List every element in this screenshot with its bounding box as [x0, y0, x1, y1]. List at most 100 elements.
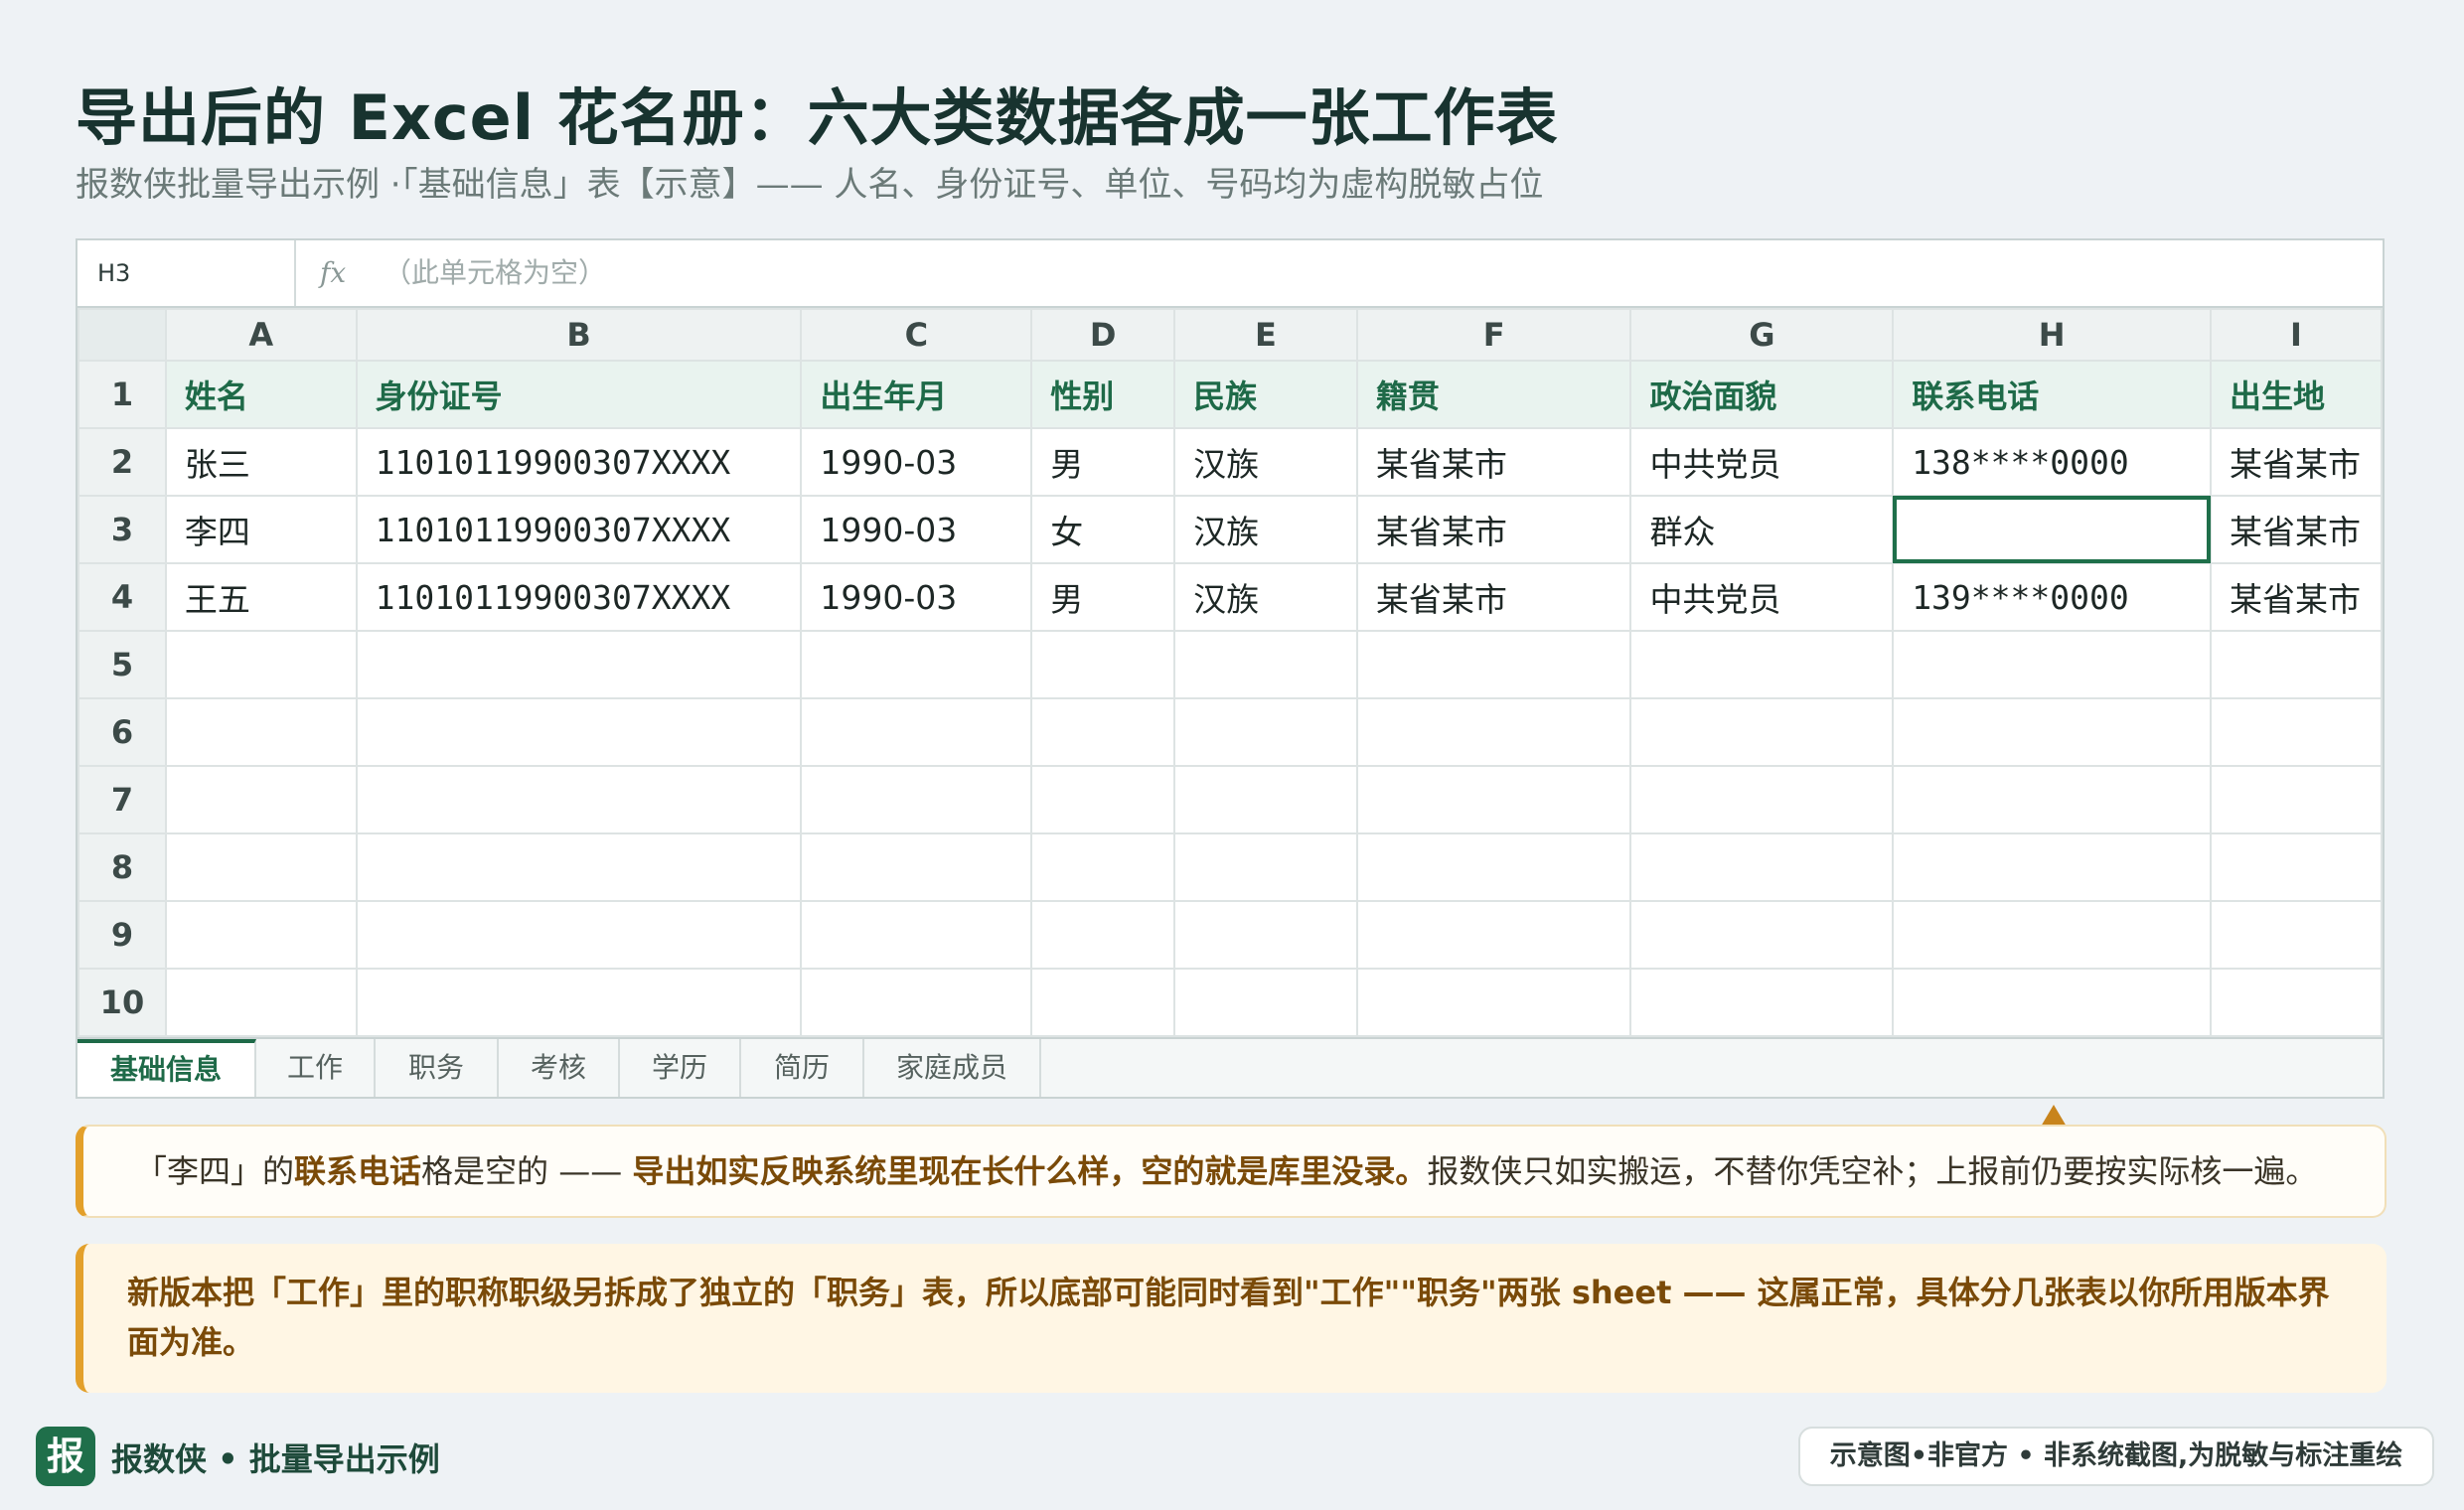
- cell[interactable]: [800, 765, 1033, 834]
- cell[interactable]: [355, 832, 803, 902]
- formula-input[interactable]: （此单元格为空）: [384, 240, 606, 306]
- cell[interactable]: 汉族: [1173, 427, 1358, 497]
- cell-header-name[interactable]: 姓名: [164, 360, 358, 429]
- sheet-tab-family[interactable]: 家庭成员: [864, 1039, 1041, 1097]
- cell[interactable]: 11010119900307XXXX: [355, 495, 803, 564]
- select-all-corner[interactable]: [77, 308, 167, 362]
- cell[interactable]: [1355, 832, 1632, 902]
- cell[interactable]: 某省某市: [1355, 562, 1632, 632]
- cell[interactable]: [1892, 968, 2212, 1037]
- cell[interactable]: [355, 630, 803, 699]
- cell[interactable]: 11010119900307XXXX: [355, 562, 803, 632]
- cell[interactable]: [1355, 968, 1632, 1037]
- sheet-tab-education[interactable]: 学历: [620, 1039, 741, 1097]
- cell[interactable]: 汉族: [1173, 562, 1358, 632]
- column-header[interactable]: D: [1030, 308, 1176, 362]
- cell-header-ethnicity[interactable]: 民族: [1173, 360, 1358, 429]
- cell[interactable]: [1892, 630, 2212, 699]
- sheet-tab-work[interactable]: 工作: [256, 1039, 376, 1097]
- cell[interactable]: [1030, 968, 1176, 1037]
- cell[interactable]: 139****0000: [1892, 562, 2212, 632]
- cell[interactable]: 张三: [164, 427, 358, 497]
- row-header[interactable]: 4: [77, 562, 167, 632]
- row-header[interactable]: 6: [77, 697, 167, 767]
- cell[interactable]: [164, 832, 358, 902]
- cell[interactable]: 汉族: [1173, 495, 1358, 564]
- row-header[interactable]: 1: [77, 360, 167, 429]
- cell[interactable]: [1355, 765, 1632, 834]
- cell[interactable]: [355, 765, 803, 834]
- cell[interactable]: [1629, 630, 1895, 699]
- cell-header-political-status[interactable]: 政治面貌: [1629, 360, 1895, 429]
- cell[interactable]: 李四: [164, 495, 358, 564]
- cell[interactable]: [355, 697, 803, 767]
- cell[interactable]: [800, 900, 1033, 970]
- cell[interactable]: [164, 968, 358, 1037]
- cell[interactable]: [1629, 697, 1895, 767]
- row-header[interactable]: 3: [77, 495, 167, 564]
- sheet-tab-assessment[interactable]: 考核: [499, 1039, 620, 1097]
- cell[interactable]: [800, 968, 1033, 1037]
- cell[interactable]: 1990-03: [800, 427, 1033, 497]
- cell[interactable]: [1892, 765, 2212, 834]
- cell[interactable]: [1355, 900, 1632, 970]
- cell-header-birth[interactable]: 出生年月: [800, 360, 1033, 429]
- cell[interactable]: [1629, 968, 1895, 1037]
- cell[interactable]: 中共党员: [1629, 427, 1895, 497]
- row-header[interactable]: 9: [77, 900, 167, 970]
- sheet-tab-resume[interactable]: 简历: [741, 1039, 864, 1097]
- cell-header-phone[interactable]: 联系电话: [1892, 360, 2212, 429]
- cell[interactable]: [1629, 832, 1895, 902]
- cell[interactable]: 1990-03: [800, 495, 1033, 564]
- cell[interactable]: [1355, 630, 1632, 699]
- column-header[interactable]: F: [1355, 308, 1632, 362]
- cell[interactable]: [355, 968, 803, 1037]
- name-box[interactable]: H3: [77, 240, 296, 306]
- cell[interactable]: [1173, 765, 1358, 834]
- sheet-tab-position[interactable]: 职务: [376, 1039, 499, 1097]
- cell[interactable]: 男: [1030, 562, 1176, 632]
- column-header[interactable]: G: [1629, 308, 1895, 362]
- cell[interactable]: [800, 697, 1033, 767]
- cell[interactable]: [2209, 765, 2384, 834]
- cell[interactable]: [164, 630, 358, 699]
- cell[interactable]: 某省某市: [2209, 562, 2384, 632]
- cell[interactable]: [1629, 765, 1895, 834]
- cell[interactable]: 女: [1030, 495, 1176, 564]
- cell[interactable]: 王五: [164, 562, 358, 632]
- cell-header-id[interactable]: 身份证号: [355, 360, 803, 429]
- column-header[interactable]: I: [2209, 308, 2384, 362]
- column-header[interactable]: C: [800, 308, 1033, 362]
- column-header[interactable]: A: [164, 308, 358, 362]
- row-header[interactable]: 8: [77, 832, 167, 902]
- cell[interactable]: [1355, 697, 1632, 767]
- selected-cell-h3[interactable]: [1892, 495, 2212, 564]
- cell[interactable]: [1892, 832, 2212, 902]
- cell[interactable]: [2209, 900, 2384, 970]
- cell[interactable]: 中共党员: [1629, 562, 1895, 632]
- cell[interactable]: 某省某市: [1355, 495, 1632, 564]
- column-header[interactable]: E: [1173, 308, 1358, 362]
- cell-header-native-place[interactable]: 籍贯: [1355, 360, 1632, 429]
- cell[interactable]: [1173, 697, 1358, 767]
- cell[interactable]: [800, 832, 1033, 902]
- row-header[interactable]: 7: [77, 765, 167, 834]
- cell[interactable]: [164, 765, 358, 834]
- cell[interactable]: [164, 697, 358, 767]
- cell[interactable]: 某省某市: [2209, 495, 2384, 564]
- cell[interactable]: [1173, 900, 1358, 970]
- cell[interactable]: [1892, 900, 2212, 970]
- cell[interactable]: [1030, 832, 1176, 902]
- column-header[interactable]: B: [355, 308, 803, 362]
- cell[interactable]: 某省某市: [1355, 427, 1632, 497]
- cell[interactable]: [2209, 968, 2384, 1037]
- cell[interactable]: 11010119900307XXXX: [355, 427, 803, 497]
- cell-header-gender[interactable]: 性别: [1030, 360, 1176, 429]
- cell[interactable]: 群众: [1629, 495, 1895, 564]
- cell[interactable]: [2209, 630, 2384, 699]
- cell[interactable]: 138****0000: [1892, 427, 2212, 497]
- cell[interactable]: [164, 900, 358, 970]
- cell[interactable]: 1990-03: [800, 562, 1033, 632]
- cell[interactable]: [1173, 968, 1358, 1037]
- cell[interactable]: [2209, 697, 2384, 767]
